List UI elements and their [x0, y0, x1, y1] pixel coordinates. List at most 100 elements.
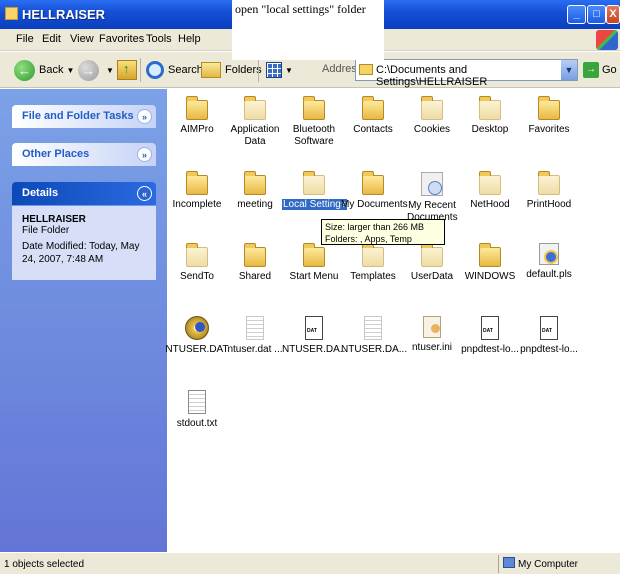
details-modified: Date Modified: Today, May 24, 2007, 7:48… — [22, 241, 140, 265]
address-bar[interactable]: C:\Documents and Settings\HELLRAISER ▼ — [355, 59, 578, 88]
go-button[interactable]: → Go — [583, 61, 617, 79]
file-item[interactable]: ntuser.dat ... — [223, 316, 287, 356]
file-item[interactable]: pnpdtest-lo... — [517, 316, 581, 356]
other-places-label: Other Places — [22, 148, 90, 160]
file-item[interactable]: stdout.txt — [165, 390, 229, 430]
chevron-down-icon[interactable]: ▼ — [561, 60, 577, 80]
go-label: Go — [602, 64, 617, 76]
views-button[interactable]: ▼ — [266, 58, 293, 82]
menu-tools[interactable]: Tools — [146, 33, 172, 45]
ini-file-icon — [423, 316, 441, 338]
annotation-note: open "local settings" folder — [232, 0, 384, 60]
shortcut-item[interactable]: My Recent Documents — [400, 172, 464, 224]
tooltip: Size: larger than 266 MB Folders: , Apps… — [321, 219, 445, 245]
chevron-up-icon[interactable]: « — [137, 186, 152, 201]
folder-item[interactable]: meeting — [223, 171, 287, 211]
close-button[interactable]: X — [606, 5, 620, 24]
search-label: Search — [168, 64, 203, 76]
file-and-folder-tasks-header[interactable]: File and Folder Tasks » — [12, 105, 156, 128]
maximize-button[interactable]: □ — [587, 5, 606, 24]
file-item[interactable]: default.pls — [517, 243, 581, 281]
file-item[interactable]: NTUSER.DA... — [282, 316, 349, 356]
folder-item[interactable]: AIMPro — [165, 96, 229, 136]
details-type: File Folder — [22, 225, 70, 236]
folder-item[interactable]: WINDOWS — [458, 243, 522, 283]
chevron-down-icon[interactable]: ▼ — [66, 66, 74, 75]
chevron-down-icon[interactable]: » — [137, 109, 152, 124]
folder-item-local-settings[interactable]: Local Settings — [282, 171, 347, 211]
item-label: meeting — [237, 199, 273, 210]
folders-button[interactable]: Folders — [201, 58, 262, 82]
item-label: Shared — [238, 271, 272, 282]
menu-help[interactable]: Help — [178, 33, 201, 45]
forward-button[interactable]: → ▼ — [78, 58, 114, 82]
folder-item[interactable]: Bluetooth Software — [282, 96, 346, 148]
folder-item[interactable]: Start Menu — [282, 243, 346, 283]
item-label: NTUSER.DAT — [165, 344, 229, 355]
item-label: NTUSER.DA... — [282, 344, 349, 355]
menu-file[interactable]: File — [16, 33, 34, 45]
folder-item[interactable]: NetHood — [458, 171, 522, 211]
folder-item[interactable]: Desktop — [458, 96, 522, 136]
other-places-header[interactable]: Other Places » — [12, 143, 156, 166]
toolbar-separator — [258, 58, 259, 82]
folder-item[interactable]: Application Data — [223, 96, 287, 148]
folder-icon — [421, 96, 443, 120]
folder-icon — [479, 171, 501, 195]
item-label: ntuser.ini — [411, 342, 453, 353]
file-item[interactable]: NTUSER.DAT — [165, 316, 229, 356]
folder-item[interactable]: PrintHood — [517, 171, 581, 211]
file-item[interactable]: ntuser.ini — [400, 316, 464, 354]
file-item[interactable]: NTUSER.DA... — [341, 316, 408, 356]
folder-icon — [244, 96, 266, 120]
item-label: Application Data — [230, 124, 280, 147]
search-icon — [146, 61, 164, 79]
folder-icon — [303, 171, 325, 195]
folder-item[interactable]: Incomplete — [165, 171, 229, 211]
chevron-down-icon[interactable]: ▼ — [106, 66, 114, 75]
folder-item[interactable]: Cookies — [400, 96, 464, 136]
file-item[interactable]: pnpdtest-lo... — [458, 316, 522, 356]
folder-item[interactable]: My Documents — [341, 171, 408, 211]
folder-item[interactable]: SendTo — [165, 243, 229, 283]
details-header[interactable]: Details « — [12, 182, 156, 205]
folder-item[interactable]: UserData — [400, 243, 464, 283]
details-panel: HELLRAISER File Folder Date Modified: To… — [12, 206, 156, 280]
folder-icon — [303, 243, 325, 267]
toolbar-separator — [140, 58, 141, 82]
item-label: Desktop — [471, 124, 509, 135]
item-label: Templates — [350, 271, 396, 282]
item-label: ntuser.dat ... — [227, 344, 283, 355]
folders-icon — [201, 62, 221, 78]
item-label: UserData — [410, 271, 454, 282]
folder-item[interactable]: Templates — [341, 243, 405, 283]
folder-item[interactable]: Contacts — [341, 96, 405, 136]
back-button[interactable]: ← Back ▼ — [14, 58, 74, 82]
up-folder-button[interactable] — [117, 58, 137, 82]
folder-item[interactable]: Shared — [223, 243, 287, 283]
item-label: SendTo — [180, 271, 214, 282]
folder-icon — [303, 96, 325, 120]
windows-logo-icon — [596, 30, 618, 50]
menu-view[interactable]: View — [70, 33, 94, 45]
menu-favorites[interactable]: Favorites — [99, 33, 144, 45]
folder-icon — [479, 96, 501, 120]
item-label: NetHood — [470, 199, 510, 210]
my-computer-icon — [503, 557, 515, 568]
chevron-down-icon[interactable]: » — [137, 147, 152, 162]
up-folder-icon — [117, 60, 137, 80]
folder-icon — [5, 7, 18, 20]
details-label: Details — [22, 187, 59, 199]
item-label: NTUSER.DA... — [341, 344, 408, 355]
selection-status: 1 objects selected — [4, 559, 85, 570]
folder-icon — [186, 96, 208, 120]
search-button[interactable]: Search — [146, 58, 203, 82]
menu-edit[interactable]: Edit — [42, 33, 61, 45]
folder-item[interactable]: Favorites — [517, 96, 581, 136]
folder-icon — [538, 171, 560, 195]
minimize-button[interactable]: _ — [567, 5, 586, 24]
item-label: AIMPro — [180, 124, 214, 135]
status-bar: 1 objects selected My Computer — [0, 552, 620, 574]
address-value[interactable]: C:\Documents and Settings\HELLRAISER — [376, 64, 577, 88]
chevron-down-icon[interactable]: ▼ — [285, 66, 293, 75]
